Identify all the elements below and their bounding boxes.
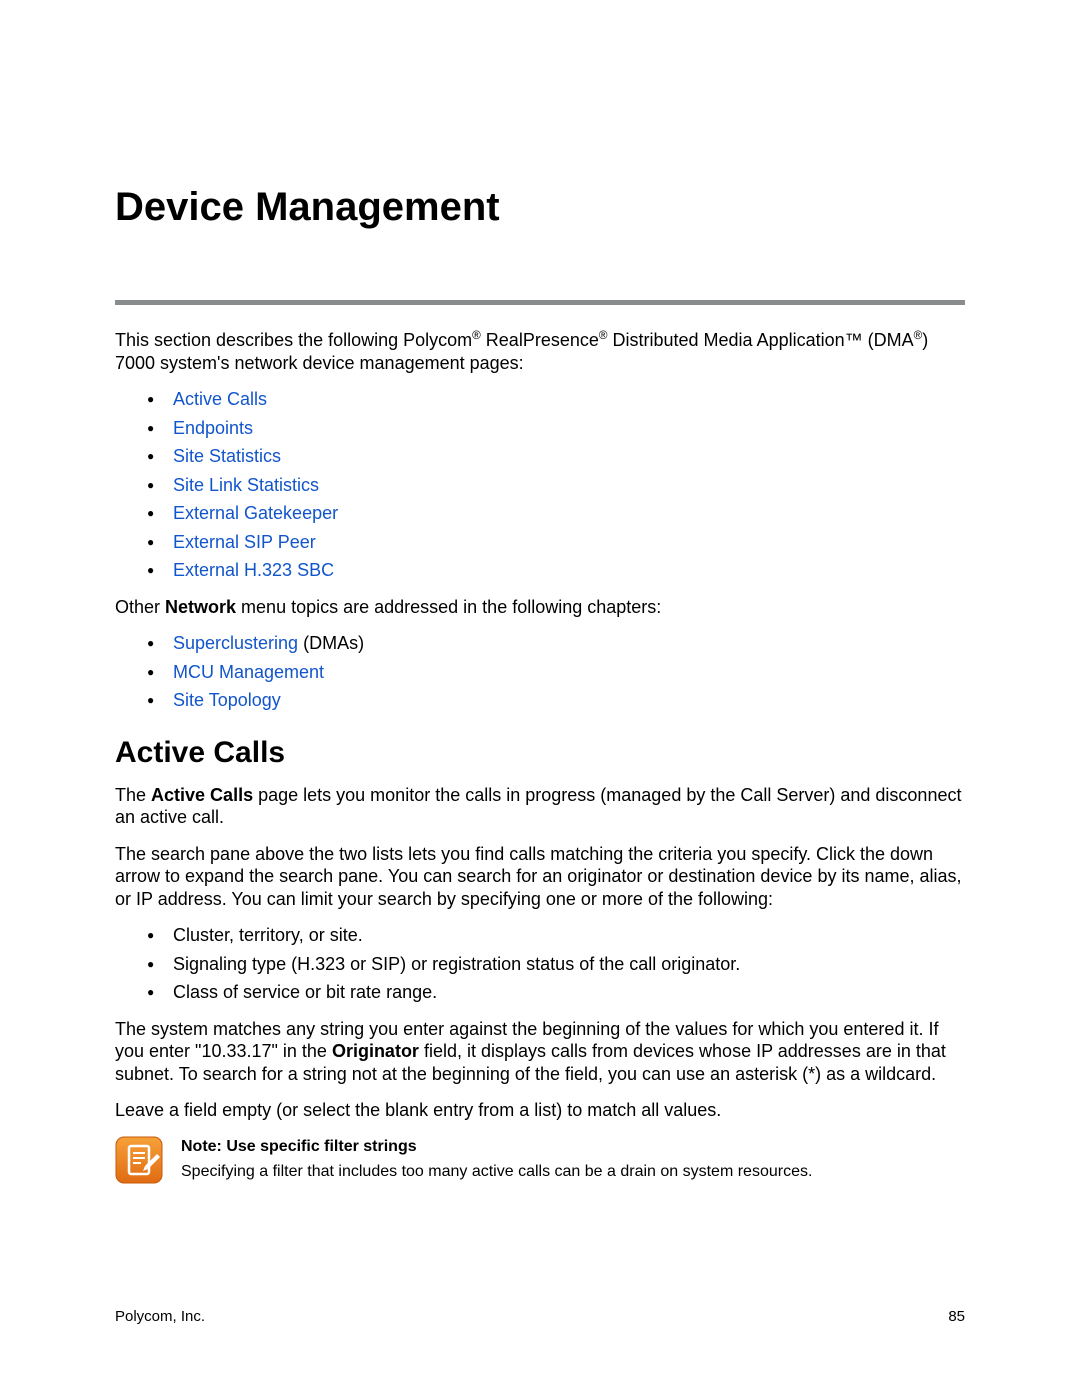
search-criteria-list: Cluster, territory, or site. Signaling t…	[115, 924, 965, 1004]
link-mcu-management[interactable]: MCU Management	[173, 662, 324, 682]
intro-mid2: Distributed Media Application™ (DMA	[608, 330, 914, 350]
reg-mark-2: ®	[599, 329, 608, 342]
list-item: Active Calls	[115, 388, 965, 411]
note-title: Note: Use specific filter strings	[181, 1136, 812, 1158]
page: Device Management This section describes…	[0, 0, 1080, 1397]
toc-list-2: Superclustering (DMAs) MCU Management Si…	[115, 632, 965, 712]
page-title: Device Management	[115, 185, 965, 230]
p1: The Active Calls page lets you monitor t…	[115, 784, 965, 829]
note-block: Note: Use specific filter strings Specif…	[115, 1136, 965, 1184]
section-heading: Active Calls	[115, 736, 965, 770]
p3-bold: Originator	[332, 1041, 419, 1061]
p1-bold: Active Calls	[151, 785, 253, 805]
list-item: Site Link Statistics	[115, 474, 965, 497]
link-site-statistics[interactable]: Site Statistics	[173, 446, 281, 466]
link-endpoints[interactable]: Endpoints	[173, 418, 253, 438]
note-text: Note: Use specific filter strings Specif…	[181, 1136, 812, 1183]
list-item: Site Statistics	[115, 445, 965, 468]
link-after-0: (DMAs)	[298, 633, 364, 653]
reg-mark-3: ®	[914, 329, 923, 342]
list-item: Site Topology	[115, 689, 965, 712]
list-item: External Gatekeeper	[115, 502, 965, 525]
link-external-sip-peer[interactable]: External SIP Peer	[173, 532, 316, 552]
list-item: Superclustering (DMAs)	[115, 632, 965, 655]
list-item: External H.323 SBC	[115, 559, 965, 582]
intro-mid1: RealPresence	[481, 330, 599, 350]
other-pre: Other	[115, 597, 165, 617]
list-item: Signaling type (H.323 or SIP) or registr…	[115, 953, 965, 976]
link-site-link-statistics[interactable]: Site Link Statistics	[173, 475, 319, 495]
list-item: MCU Management	[115, 661, 965, 684]
intro-pre: This section describes the following Pol…	[115, 330, 472, 350]
footer-right: 85	[948, 1308, 965, 1325]
link-superclustering[interactable]: Superclustering	[173, 633, 298, 653]
link-active-calls[interactable]: Active Calls	[173, 389, 267, 409]
list-item: Cluster, territory, or site.	[115, 924, 965, 947]
divider	[115, 300, 965, 305]
p2: The search pane above the two lists lets…	[115, 843, 965, 911]
toc-list-1: Active Calls Endpoints Site Statistics S…	[115, 388, 965, 582]
p3: The system matches any string you enter …	[115, 1018, 965, 1086]
other-bold: Network	[165, 597, 236, 617]
list-item: Class of service or bit rate range.	[115, 981, 965, 1004]
reg-mark-1: ®	[472, 329, 481, 342]
note-body: Specifying a filter that includes too ma…	[181, 1163, 812, 1180]
other-paragraph: Other Network menu topics are addressed …	[115, 596, 965, 619]
p1-pre: The	[115, 785, 151, 805]
link-external-gatekeeper[interactable]: External Gatekeeper	[173, 503, 338, 523]
note-icon	[115, 1136, 163, 1184]
other-post: menu topics are addressed in the followi…	[236, 597, 661, 617]
link-external-h323-sbc[interactable]: External H.323 SBC	[173, 560, 334, 580]
list-item: Endpoints	[115, 417, 965, 440]
footer-left: Polycom, Inc.	[115, 1308, 205, 1325]
link-site-topology[interactable]: Site Topology	[173, 690, 281, 710]
list-item: External SIP Peer	[115, 531, 965, 554]
footer: Polycom, Inc. 85	[115, 1308, 965, 1325]
p4: Leave a field empty (or select the blank…	[115, 1099, 965, 1122]
intro-paragraph: This section describes the following Pol…	[115, 329, 965, 374]
